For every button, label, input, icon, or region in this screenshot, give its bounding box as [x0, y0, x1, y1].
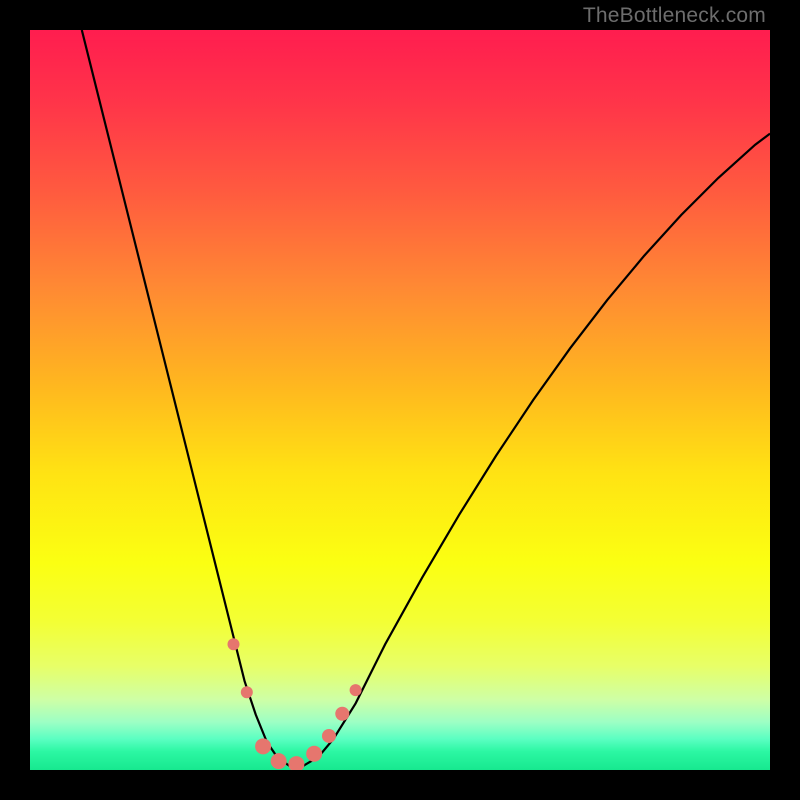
plot-svg	[30, 30, 770, 770]
gradient-background	[30, 30, 770, 770]
curve-marker	[350, 684, 362, 696]
curve-marker	[335, 707, 349, 721]
curve-marker	[322, 729, 336, 743]
curve-marker	[255, 738, 271, 754]
curve-marker	[306, 746, 322, 762]
chart-frame: TheBottleneck.com	[0, 0, 800, 800]
watermark-text: TheBottleneck.com	[583, 4, 766, 28]
plot-area	[30, 30, 770, 770]
curve-marker	[271, 753, 287, 769]
curve-marker	[241, 686, 253, 698]
curve-marker	[228, 638, 240, 650]
